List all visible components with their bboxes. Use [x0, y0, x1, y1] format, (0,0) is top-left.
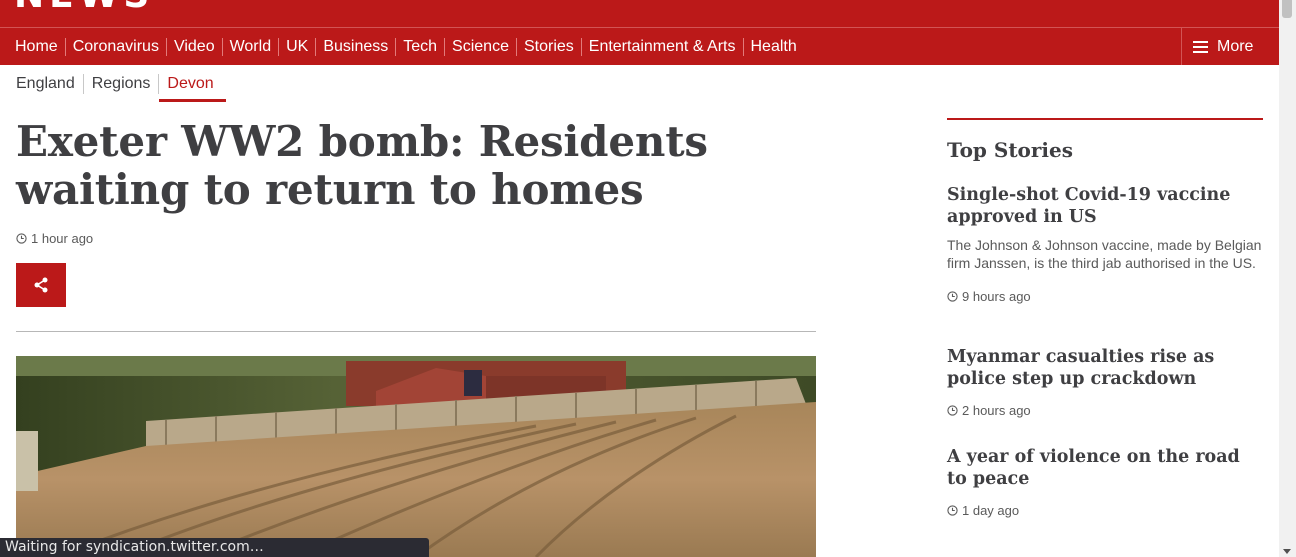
menu-icon [1193, 40, 1208, 53]
sidebar-title: Top Stories [947, 138, 1074, 162]
news-logo[interactable]: NEWS [14, 0, 154, 14]
subnav-item-regions[interactable]: Regions [82, 74, 159, 94]
story-item: Myanmar casualties rise as police step u… [947, 346, 1263, 418]
story-link[interactable]: A year of violence on the road to peace [947, 446, 1263, 490]
top-stories-sidebar: Top Stories Single-shot Covid-19 vaccine… [947, 118, 1263, 518]
nav-item-stories[interactable]: Stories [515, 37, 581, 56]
story-timestamp: 9 hours ago [947, 289, 1263, 304]
page-scrollbar[interactable] [1279, 0, 1296, 557]
article-timestamp: 1 hour ago [16, 231, 93, 246]
story-timestamp: 1 day ago [947, 503, 1263, 518]
nav-item-business[interactable]: Business [315, 37, 395, 56]
nav-item-uk[interactable]: UK [278, 37, 316, 71]
article-timestamp-text: 1 hour ago [31, 231, 94, 246]
nav-item-world[interactable]: World [221, 37, 279, 56]
story-item: A year of violence on the road to peace … [947, 446, 1263, 518]
nav-item-coronavirus[interactable]: Coronavirus [64, 37, 166, 56]
article-divider [16, 331, 816, 332]
sidebar-divider [947, 118, 1263, 120]
nav-item-home[interactable]: Home [8, 38, 65, 56]
clock-icon [947, 505, 958, 516]
nav-item-science[interactable]: Science [444, 37, 516, 56]
story-timestamp-text: 1 day ago [962, 503, 1020, 518]
share-icon [34, 277, 48, 293]
masthead: NEWS [0, 0, 1279, 27]
scroll-down-arrow-icon[interactable] [1283, 549, 1291, 554]
clock-icon [947, 291, 958, 302]
secondary-nav: England Regions Devon [8, 73, 226, 102]
more-menu-button[interactable]: More [1181, 28, 1279, 65]
nav-item-health[interactable]: Health [742, 37, 804, 56]
story-timestamp-text: 2 hours ago [962, 403, 1031, 418]
story-timestamp: 2 hours ago [947, 403, 1263, 418]
story-link[interactable]: Single-shot Covid-19 vaccine approved in… [947, 184, 1263, 228]
nav-item-tech[interactable]: Tech [395, 37, 444, 56]
scrollbar-thumb[interactable] [1282, 0, 1292, 18]
field-photo [16, 356, 816, 557]
primary-nav: Home Coronavirus Video World UK Business… [0, 27, 1279, 71]
story-timestamp-text: 9 hours ago [962, 289, 1031, 304]
article-hero-image [16, 356, 816, 557]
story-link[interactable]: Myanmar casualties rise as police step u… [947, 346, 1263, 390]
clock-icon [947, 405, 958, 416]
article-headline: Exeter WW2 bomb: Residents waiting to re… [16, 117, 708, 214]
subnav-item-devon[interactable]: Devon [158, 74, 226, 102]
subnav-item-england[interactable]: England [8, 74, 83, 94]
story-item: Single-shot Covid-19 vaccine approved in… [947, 184, 1263, 304]
clock-icon [16, 233, 27, 244]
primary-nav-list: Home Coronavirus Video World UK Business… [8, 28, 804, 71]
nav-item-video[interactable]: Video [165, 37, 222, 56]
nav-item-entertainment-arts[interactable]: Entertainment & Arts [580, 37, 743, 56]
more-label: More [1217, 37, 1254, 55]
share-button[interactable] [16, 263, 66, 307]
story-summary: The Johnson & Johnson vaccine, made by B… [947, 237, 1262, 271]
browser-status-bar: Waiting for syndication.twitter.com… [0, 538, 429, 557]
